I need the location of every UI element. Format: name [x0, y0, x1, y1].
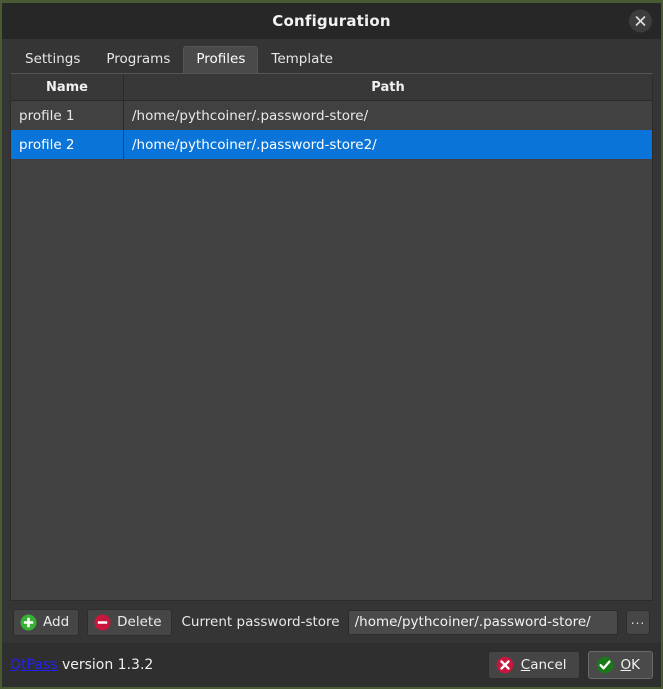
window-title: Configuration [272, 12, 391, 30]
add-profile-button[interactable]: Add [13, 608, 80, 636]
qtpass-link[interactable]: QtPass [10, 657, 58, 673]
ok-rest-text: K [631, 657, 640, 673]
add-profile-label: Add [43, 614, 70, 630]
version-text: version 1.3.2 [57, 657, 154, 673]
table-row[interactable]: profile 2 /home/pythcoiner/.password-sto… [11, 130, 652, 159]
ellipsis-icon: ... [630, 612, 646, 627]
cancel-rest-text: ancel [530, 657, 567, 673]
ok-button[interactable]: OK [587, 651, 653, 679]
cancel-button[interactable]: Cancel [487, 651, 580, 679]
tab-bar: Settings Programs Profiles Template [10, 44, 653, 74]
cross-circle-icon [496, 656, 514, 674]
ok-accel-char: O [620, 657, 632, 673]
cell-profile-path: /home/pythcoiner/.password-store2/ [132, 136, 377, 153]
tab-profiles[interactable]: Profiles [183, 46, 259, 74]
cell-profile-name: profile 2 [11, 130, 124, 159]
tab-template[interactable]: Template [258, 46, 346, 74]
tab-settings[interactable]: Settings [12, 46, 93, 74]
cancel-button-label: Cancel [521, 657, 567, 673]
delete-profile-button[interactable]: Delete [87, 608, 172, 636]
table-body: profile 1 /home/pythcoiner/.password-sto… [11, 101, 652, 600]
column-header-name[interactable]: Name [11, 74, 124, 100]
check-circle-icon [596, 656, 613, 674]
cell-profile-path: /home/pythcoiner/.password-store/ [132, 107, 369, 124]
close-icon[interactable] [629, 9, 652, 33]
current-password-store-input[interactable] [347, 609, 618, 635]
cancel-accel-char: C [520, 657, 531, 673]
table-row[interactable]: profile 1 /home/pythcoiner/.password-sto… [11, 101, 652, 130]
profiles-table: Name Path profile 1 /home/pythcoiner/.pa… [10, 73, 653, 601]
profile-toolbar: Add Delete Current password-store ... [10, 601, 653, 643]
delete-profile-label: Delete [117, 614, 162, 630]
configuration-dialog: Configuration Settings Programs Profiles… [0, 0, 663, 689]
minus-circle-icon [94, 614, 111, 630]
cell-profile-name: profile 1 [11, 101, 124, 130]
dialog-footer: QtPass version 1.3.2 Cancel OK [2, 643, 661, 687]
title-bar: Configuration [2, 3, 661, 39]
current-password-store-label: Current password-store [181, 614, 340, 630]
column-header-path[interactable]: Path [124, 74, 652, 100]
dialog-body: Settings Programs Profiles Template Name… [2, 39, 661, 643]
browse-button[interactable]: ... [626, 609, 650, 635]
ok-button-label: OK [621, 657, 641, 673]
version-line: QtPass version 1.3.2 [10, 657, 153, 673]
close-glyph [635, 16, 646, 26]
plus-circle-icon [20, 614, 37, 630]
table-header: Name Path [11, 74, 652, 101]
tab-programs[interactable]: Programs [93, 46, 183, 74]
